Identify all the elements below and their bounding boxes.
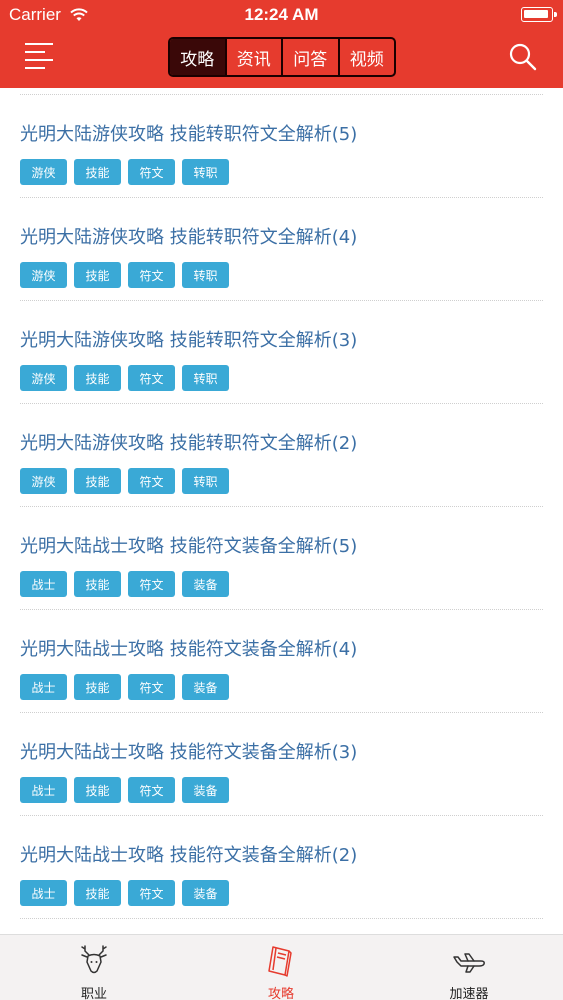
tag-group: 游侠 技能 符文 转职 bbox=[20, 159, 229, 185]
tag[interactable]: 符文 bbox=[128, 262, 175, 288]
list-item[interactable]: 光明大陆游侠攻略 技能转职符文全解析(2) 游侠 技能 符文 转职 bbox=[0, 404, 563, 507]
list-item[interactable]: 光明大陆战士攻略 技能符文装备全解析(5) 战士 技能 符文 装备 bbox=[0, 507, 563, 610]
tab-accelerator[interactable]: 加速器 bbox=[409, 935, 529, 1000]
article-list[interactable]: 光明大陆游侠攻略 技能转职符文全解析(5) 游侠 技能 符文 转职 光明大陆游侠… bbox=[0, 88, 563, 934]
tag[interactable]: 技能 bbox=[74, 674, 121, 700]
tag[interactable]: 战士 bbox=[20, 880, 67, 906]
list-item[interactable]: 光明大陆游侠攻略 技能转职符文全解析(3) 游侠 技能 符文 转职 bbox=[0, 301, 563, 404]
tag-group: 战士 技能 符文 装备 bbox=[20, 571, 229, 597]
tag[interactable]: 符文 bbox=[128, 571, 175, 597]
tab-classes[interactable]: 职业 bbox=[34, 935, 154, 1000]
tab-label: 攻略 bbox=[267, 987, 294, 1000]
tab-news[interactable]: 资讯 bbox=[227, 39, 283, 75]
article-title[interactable]: 光明大陆游侠攻略 技能转职符文全解析(3) bbox=[20, 326, 357, 352]
tag[interactable]: 技能 bbox=[74, 468, 121, 494]
tab-label: 职业 bbox=[80, 987, 107, 1000]
tag-group: 战士 技能 符文 装备 bbox=[20, 777, 229, 803]
tag[interactable]: 转职 bbox=[182, 365, 229, 391]
tag[interactable]: 游侠 bbox=[20, 365, 67, 391]
battery-icon bbox=[521, 7, 557, 22]
tag[interactable]: 转职 bbox=[182, 468, 229, 494]
list-item[interactable]: 光明大陆游侠攻略 技能转职符文全解析(5) 游侠 技能 符文 转职 bbox=[0, 95, 563, 198]
tag[interactable]: 游侠 bbox=[20, 159, 67, 185]
list-item[interactable]: 光明大陆战士攻略 技能符文装备全解析(2) 战士 技能 符文 装备 bbox=[0, 816, 563, 919]
article-title[interactable]: 光明大陆战士攻略 技能符文装备全解析(3) bbox=[20, 738, 357, 764]
tag-group: 游侠 技能 符文 转职 bbox=[20, 365, 229, 391]
tag-group: 游侠 技能 符文 转职 bbox=[20, 262, 229, 288]
tag[interactable]: 装备 bbox=[182, 571, 229, 597]
tag-group: 游侠 技能 符文 转职 bbox=[20, 468, 229, 494]
tag[interactable]: 符文 bbox=[128, 777, 175, 803]
list-item[interactable]: 光明大陆战士攻略 技能符文装备全解析(4) 战士 技能 符文 装备 bbox=[0, 610, 563, 713]
search-icon[interactable] bbox=[506, 40, 540, 74]
article-title[interactable]: 光明大陆游侠攻略 技能转职符文全解析(4) bbox=[20, 223, 357, 249]
tag[interactable]: 技能 bbox=[74, 777, 121, 803]
tag[interactable]: 战士 bbox=[20, 571, 67, 597]
tab-label: 加速器 bbox=[449, 987, 489, 1000]
tag-group: 战士 技能 符文 装备 bbox=[20, 880, 229, 906]
tag[interactable]: 转职 bbox=[182, 262, 229, 288]
article-title[interactable]: 光明大陆游侠攻略 技能转职符文全解析(2) bbox=[20, 429, 357, 455]
status-bar: Carrier 12:24 AM bbox=[0, 0, 563, 30]
tag[interactable]: 技能 bbox=[74, 159, 121, 185]
menu-button[interactable] bbox=[25, 40, 59, 70]
list-item[interactable]: 光明大陆战士攻略 技能符文装备全解析(3) 战士 技能 符文 装备 bbox=[0, 713, 563, 816]
tag[interactable]: 装备 bbox=[182, 777, 229, 803]
top-bar: Carrier 12:24 AM 攻略 资讯 问答 视频 bbox=[0, 0, 563, 88]
bottom-tab-bar: 职业 攻略 加速器 bbox=[0, 934, 563, 1000]
article-title[interactable]: 光明大陆战士攻略 技能符文装备全解析(5) bbox=[20, 532, 357, 558]
tag[interactable]: 技能 bbox=[74, 262, 121, 288]
tab-video[interactable]: 视频 bbox=[340, 39, 395, 75]
category-tabs: 攻略 资讯 问答 视频 bbox=[168, 37, 396, 77]
menu-icon bbox=[25, 43, 53, 45]
tag[interactable]: 游侠 bbox=[20, 262, 67, 288]
tag[interactable]: 装备 bbox=[182, 880, 229, 906]
tab-qa[interactable]: 问答 bbox=[283, 39, 340, 75]
tag[interactable]: 技能 bbox=[74, 880, 121, 906]
plane-icon bbox=[453, 953, 485, 973]
tag[interactable]: 符文 bbox=[128, 365, 175, 391]
list-item[interactable]: 光明大陆游侠攻略 技能转职符文全解析(4) 游侠 技能 符文 转职 bbox=[0, 198, 563, 301]
tag[interactable]: 转职 bbox=[182, 159, 229, 185]
deer-icon bbox=[81, 945, 107, 974]
book-icon bbox=[268, 946, 292, 977]
tab-guides-bottom[interactable]: 攻略 bbox=[221, 935, 341, 1000]
tag-group: 战士 技能 符文 装备 bbox=[20, 674, 229, 700]
tag[interactable]: 符文 bbox=[128, 674, 175, 700]
tag[interactable]: 技能 bbox=[74, 365, 121, 391]
tag[interactable]: 符文 bbox=[128, 468, 175, 494]
tag[interactable]: 战士 bbox=[20, 777, 67, 803]
tag[interactable]: 符文 bbox=[128, 159, 175, 185]
tab-guides[interactable]: 攻略 bbox=[170, 39, 227, 75]
status-time: 12:24 AM bbox=[244, 5, 319, 24]
article-title[interactable]: 光明大陆游侠攻略 技能转职符文全解析(5) bbox=[20, 120, 357, 146]
article-title[interactable]: 光明大陆战士攻略 技能符文装备全解析(2) bbox=[20, 841, 357, 867]
tag[interactable]: 技能 bbox=[74, 571, 121, 597]
tag[interactable]: 装备 bbox=[182, 674, 229, 700]
tag[interactable]: 战士 bbox=[20, 674, 67, 700]
tag[interactable]: 符文 bbox=[128, 880, 175, 906]
tag[interactable]: 游侠 bbox=[20, 468, 67, 494]
article-title[interactable]: 光明大陆战士攻略 技能符文装备全解析(4) bbox=[20, 635, 357, 661]
